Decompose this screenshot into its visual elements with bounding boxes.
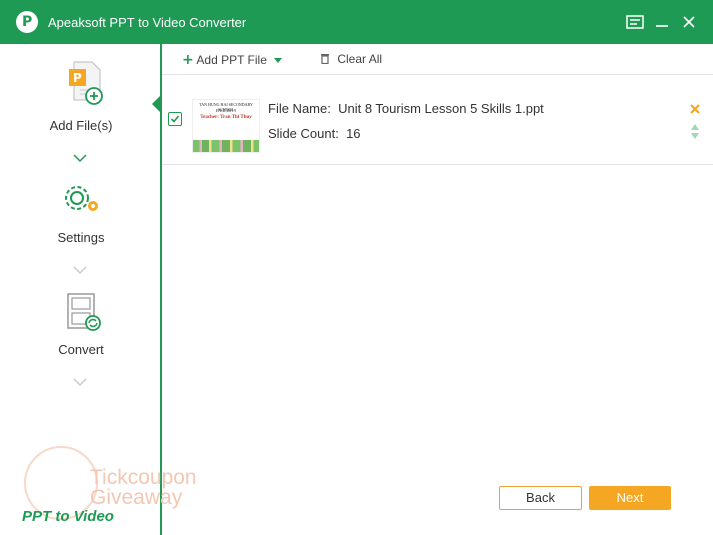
file-select-checkbox[interactable] (168, 112, 182, 126)
remove-file-icon[interactable] (689, 103, 701, 115)
trash-icon (320, 52, 333, 66)
checkmark-icon (170, 115, 180, 123)
step-label-settings: Settings (57, 230, 105, 245)
plus-icon: + (182, 52, 194, 68)
title-bar: P Apeaksoft PPT to Video Converter (0, 0, 713, 44)
settings-gears-icon (0, 180, 162, 223)
toolbar: + Add PPT File Clear All (162, 44, 713, 75)
add-file-icon: P (0, 58, 162, 111)
active-step-indicator (152, 94, 162, 114)
clear-all-button[interactable]: Clear All (320, 52, 382, 66)
minimize-button[interactable] (650, 10, 674, 34)
file-name-line: File Name: Unit 8 Tourism Lesson 5 Skill… (268, 101, 544, 116)
chevron-down-icon (73, 266, 87, 275)
move-down-icon[interactable] (689, 129, 701, 141)
brand-footer-text: PPT to Video (22, 508, 114, 525)
next-button[interactable]: Next (589, 486, 671, 510)
watermark-text: Tickcoupon Giveaway (90, 466, 197, 509)
feedback-icon[interactable] (623, 10, 647, 34)
slide-count-line: Slide Count: 16 (268, 126, 361, 141)
file-name-value: Unit 8 Tourism Lesson 5 Skills 1.ppt (338, 101, 544, 116)
slide-thumbnail: TAN HUNG HAI SECONDARY SCHOOL ENGLISH 9 … (192, 99, 260, 153)
app-title: Apeaksoft PPT to Video Converter (48, 15, 247, 30)
step-label-convert: Convert (58, 342, 104, 357)
app-logo-icon: P (16, 11, 38, 33)
dropdown-arrow-icon[interactable] (274, 58, 283, 64)
back-button[interactable]: Back (499, 486, 582, 510)
chevron-down-icon (73, 154, 87, 163)
close-button[interactable] (677, 10, 701, 34)
slide-count-value: 16 (346, 126, 361, 141)
chevron-down-icon (73, 378, 87, 387)
convert-film-icon (0, 291, 162, 338)
add-ppt-file-button[interactable]: + Add PPT File (182, 52, 283, 68)
file-list-item[interactable]: TAN HUNG HAI SECONDARY SCHOOL ENGLISH 9 … (162, 82, 713, 165)
svg-text:P: P (73, 71, 82, 85)
step-label-add-files: Add File(s) (49, 118, 113, 133)
thumbnail-flower-decoration (193, 140, 259, 152)
